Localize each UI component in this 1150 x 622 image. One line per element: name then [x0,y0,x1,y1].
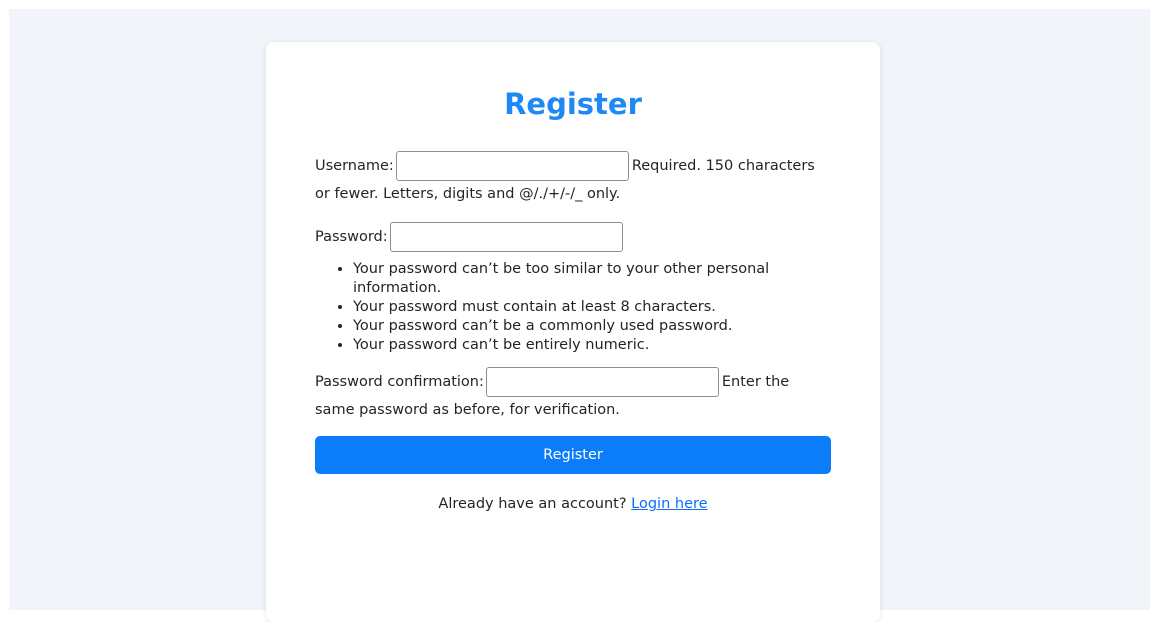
page-title: Register [504,87,642,121]
password-input[interactable] [389,222,623,252]
register-button[interactable]: Register [315,436,831,474]
username-row: Username: Required. 150 characters or few… [315,151,831,208]
username-label: Username: [315,158,394,174]
password-confirmation-label: Password confirmation: [315,374,484,390]
password-confirmation-row: Password confirmation: Enter the same pas… [315,367,831,424]
password-label: Password: [315,229,388,245]
login-link[interactable]: Login here [631,496,707,512]
register-card: Register Username: Required. 150 characte… [266,42,880,622]
username-input[interactable] [395,151,629,181]
login-prompt: Already have an account? Login here [315,494,831,514]
register-form: Username: Required. 150 characters or few… [315,151,831,474]
login-prompt-text: Already have an account? [438,496,627,512]
password-rule-item: Your password must contain at least 8 ch… [353,298,831,317]
password-row: Password: [315,222,831,252]
password-rule-item: Your password can’t be too similar to yo… [353,260,831,298]
password-rule-item: Your password can’t be entirely numeric. [353,336,831,355]
password-rule-item: Your password can’t be a commonly used p… [353,317,831,336]
password-confirmation-input[interactable] [485,367,719,397]
password-rules-list: Your password can’t be too similar to yo… [315,260,831,355]
